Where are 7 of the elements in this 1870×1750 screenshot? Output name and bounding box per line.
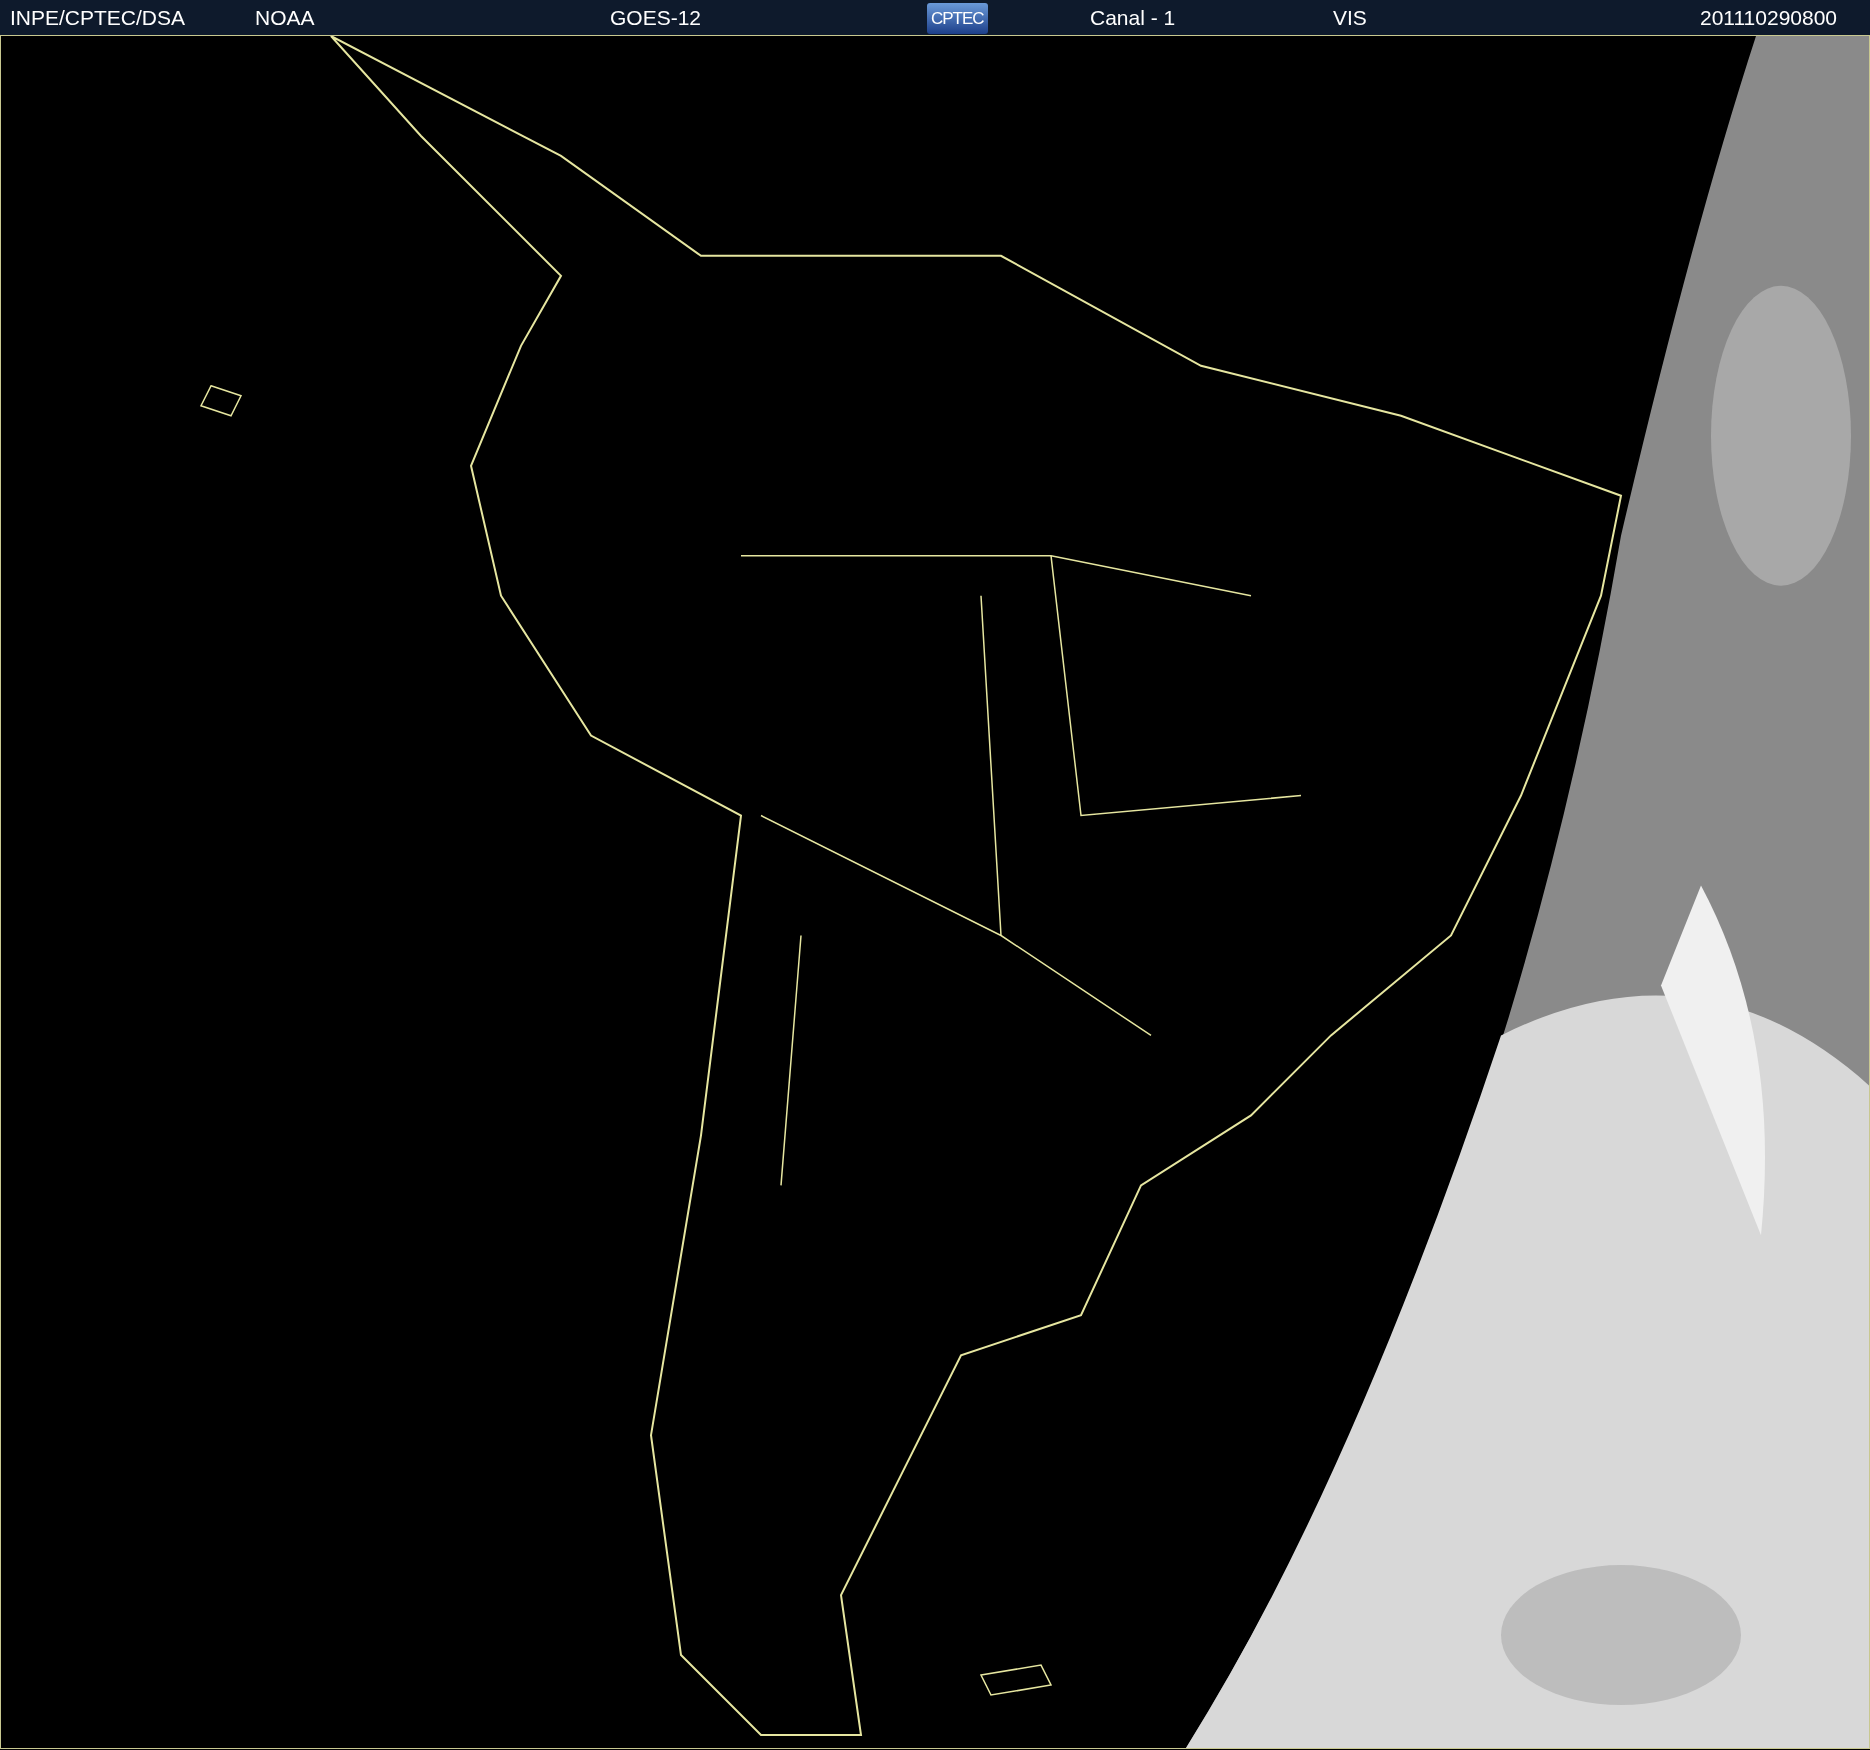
header-label: GOES-12 (610, 5, 702, 29)
header-label: Canal - 1 (1090, 5, 1176, 29)
header-label: 201110290800 (1700, 5, 1838, 29)
header-label: NOAA (255, 5, 315, 29)
header-label: VIS (1333, 5, 1367, 29)
header-label: INPE/CPTEC/DSA (10, 5, 186, 29)
logo: CPTEC (927, 2, 988, 35)
